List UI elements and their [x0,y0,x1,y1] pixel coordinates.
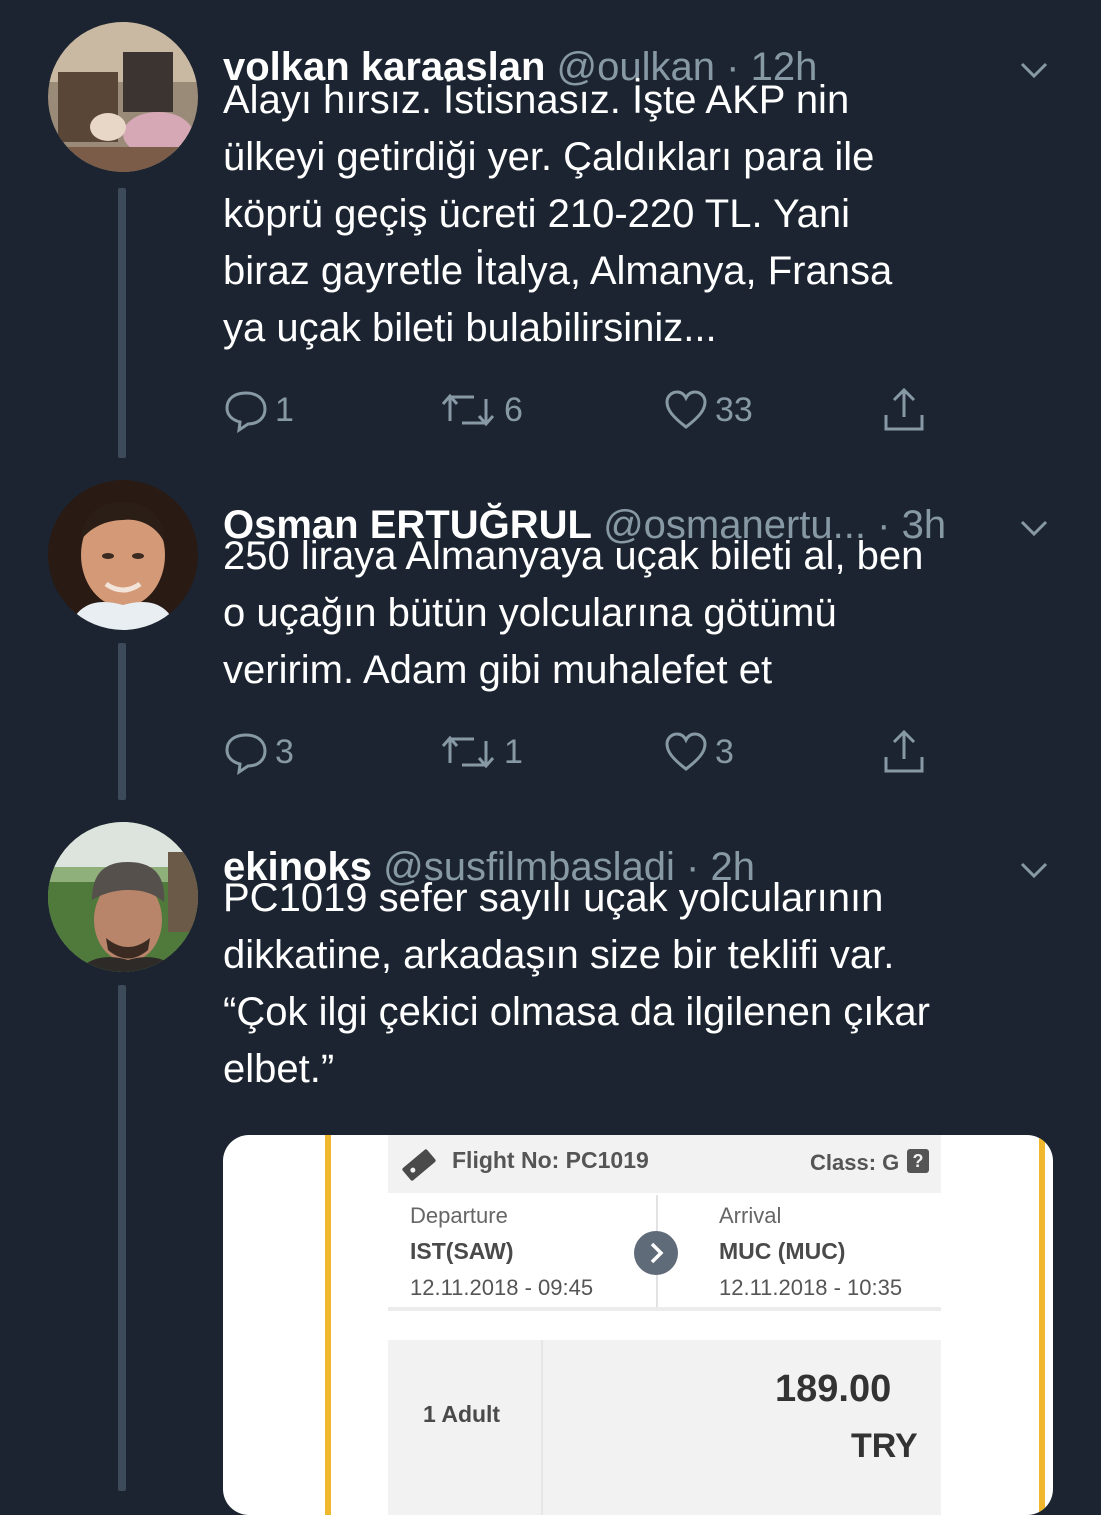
share-button[interactable] [881,727,927,777]
card-accent-right [1039,1135,1045,1515]
arrival-label: Arrival [719,1203,782,1228]
tweet-text-line: PC1019 sefer sayılı uçak yolcularının [223,876,884,920]
like-count: 3 [715,732,734,771]
retweet-count: 6 [504,390,523,429]
avatar[interactable] [48,480,198,630]
departure-airport: IST(SAW) [410,1238,514,1264]
tweet-text-line: ülkeyi getirdiği yer. Çaldıkları para il… [223,135,875,179]
tweet-text-line: veririm. Adam gibi muhalefet et [223,648,773,692]
retweet-icon [441,393,495,427]
reply-count: 1 [275,390,294,429]
tweet-text-line: köprü geçiş ücreti 210-220 TL. Yani [223,192,851,236]
share-icon [884,387,924,431]
reply-icon [225,391,267,433]
retweet-count: 1 [504,732,523,771]
tweet-2[interactable]: Osman ERTUĞRUL @osmanertu... · 3h 250 li… [0,480,1101,810]
tweet-text: Alayı hırsız. İstisnasız. İşte AKP nin ü… [223,72,1063,357]
tweet-1[interactable]: volkan karaaslan @oulkan · 12h Alayı hır… [0,22,1101,472]
share-icon [884,729,924,773]
tweet-text-line: Alayı hırsız. İstisnasız. İşte AKP nin [223,78,850,122]
tweet-text-line: elbet.” [223,1047,335,1091]
like-icon [665,390,707,429]
arrow-right-icon [634,1231,678,1275]
retweet-button[interactable]: 6 [438,385,523,435]
card-accent-left [325,1135,331,1515]
share-button[interactable] [881,385,927,435]
arrival-time: 12.11.2018 - 10:35 [719,1275,903,1300]
tweet-text-line: o uçağın bütün yolcularına götümü [223,591,837,635]
like-button[interactable]: 33 [663,385,753,435]
departure-time: 12.11.2018 - 09:45 [410,1275,594,1300]
class-label: Class: G [810,1150,900,1175]
avatar[interactable] [48,22,198,172]
ticket-icon [402,1149,436,1181]
like-count: 33 [715,390,753,429]
reply-button[interactable]: 1 [223,385,294,435]
thread-line [118,188,126,458]
tweet-text-line: biraz gayretle İtalya, Almanya, Fransa [223,249,893,293]
arrival-airport: MUC (MUC) [719,1238,846,1264]
thread-line [118,643,126,800]
tweet-text-line: “Çok ilgi çekici olmasa da ilgilenen çık… [223,990,930,1034]
tweet-actions: 3 1 3 [223,727,943,777]
price-panel-divider [541,1340,543,1515]
tweet-actions: 1 6 33 [223,385,943,435]
ticket-price: 189.00 [775,1368,892,1410]
tweet-text-line: 250 liraya Almanyaya uçak bileti al, ben [223,534,924,578]
departure-label: Departure [410,1203,508,1228]
flight-number: Flight No: PC1019 [452,1147,649,1173]
route-underline [388,1307,941,1311]
passenger-count: 1 Adult [423,1401,501,1427]
retweet-icon [441,735,495,769]
reply-button[interactable]: 3 [223,727,294,777]
help-icon[interactable]: ? [907,1149,929,1173]
tweet-text-line: dikkatine, arkadaşın size bir teklifi va… [223,933,895,977]
like-button[interactable]: 3 [663,727,734,777]
like-icon [665,732,707,771]
ticket-currency: TRY [851,1427,918,1465]
tweet-text: PC1019 sefer sayılı uçak yolcularının di… [223,870,1063,1098]
thread-line [118,985,126,1491]
attached-image-flight-ticket[interactable]: Flight No: PC1019 Class: G ? Departure I… [223,1135,1053,1515]
reply-icon [225,733,267,775]
avatar[interactable] [48,822,198,972]
tweet-text-line: ya uçak bileti bulabilirsiniz... [223,306,717,350]
reply-count: 3 [275,732,294,771]
retweet-button[interactable]: 1 [438,727,523,777]
tweet-text: 250 liraya Almanyaya uçak bileti al, ben… [223,528,1063,699]
